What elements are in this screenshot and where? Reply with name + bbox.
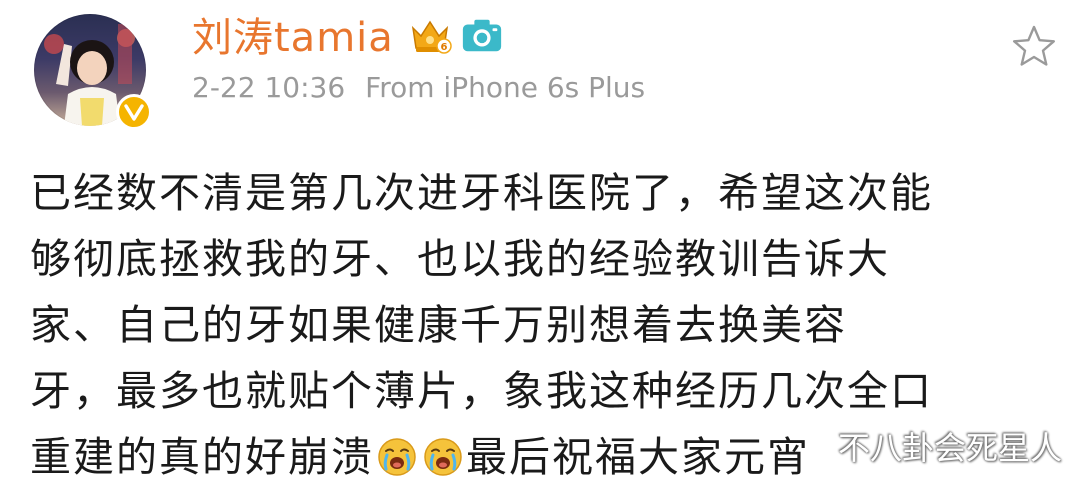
post-line: 牙，最多也就贴个薄片，象我这种经历几次全口 [30, 367, 933, 415]
weibo-post: 刘涛tamia 6 2-22 10:36 From iPhone 6s Plus [0, 0, 1080, 490]
favorite-button[interactable] [1008, 20, 1060, 72]
verified-badge [116, 94, 152, 130]
avatar-container[interactable] [34, 14, 152, 132]
username[interactable]: 刘涛tamia [192, 12, 394, 64]
watermark: 不八卦会死星人 [837, 429, 1062, 467]
crying-face-icon [378, 438, 416, 476]
crying-face-icon [424, 438, 462, 476]
crown-level: 6 [441, 42, 448, 53]
post-timestamp[interactable]: 2-22 10:36 [192, 71, 345, 104]
camera-icon [462, 19, 502, 52]
crown-badge[interactable]: 6 [408, 14, 452, 56]
post-line-last-start: 重建的真的好崩溃 [30, 433, 374, 481]
post-line-last-end: 最后祝福大家元宵 [466, 433, 810, 481]
post-meta: 2-22 10:36 From iPhone 6s Plus [192, 68, 645, 108]
crown-icon: 6 [411, 20, 452, 54]
post-line: 够彻底拯救我的牙、也以我的经验教训告诉大 [30, 235, 890, 283]
verified-icon [124, 104, 144, 121]
camera-badge[interactable] [460, 14, 504, 56]
star-icon [1013, 25, 1055, 66]
post-source: From iPhone 6s Plus [365, 71, 646, 104]
post-line: 家、自己的牙如果健康千万别想着去换美容 [30, 301, 847, 349]
post-line: 已经数不清是第几次进牙科医院了，希望这次能 [30, 169, 933, 217]
user-badges: 6 [408, 14, 504, 56]
